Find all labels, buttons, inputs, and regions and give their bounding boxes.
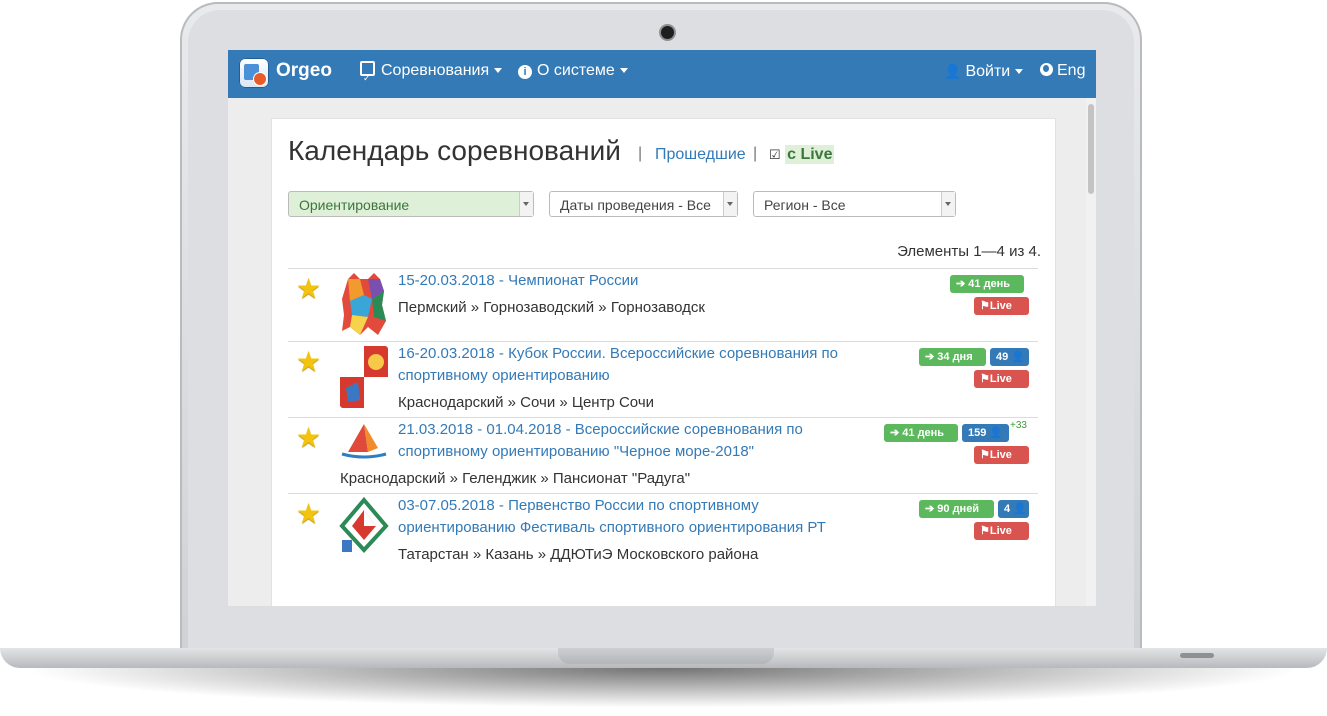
event-location: Пермский » Горнозаводский » Горнозаводск bbox=[398, 299, 705, 316]
competitions-menu[interactable]: Соревнования bbox=[360, 50, 503, 99]
sport-select-value: Ориентирование bbox=[299, 197, 410, 213]
event-logo-sail-icon bbox=[341, 424, 387, 459]
participants-badge[interactable]: 49 👤 bbox=[990, 348, 1029, 366]
event-title-link[interactable]: 21.03.2018 - 01.04.2018 - Всероссийские … bbox=[398, 419, 868, 463]
event-title-link[interactable]: 03-07.05.2018 - Первенство России по спо… bbox=[398, 495, 868, 539]
chevron-down-icon bbox=[941, 192, 955, 216]
participants-delta: +33 bbox=[1010, 420, 1027, 431]
past-events-link[interactable]: Прошедшие bbox=[655, 146, 746, 164]
list-item: ★ 16-20.03.2018 - Кубок России. Всеросси… bbox=[288, 341, 1038, 417]
language-label: Eng bbox=[1057, 62, 1086, 79]
separator: | bbox=[753, 145, 758, 162]
camera-icon bbox=[661, 26, 674, 39]
laptop-notch bbox=[558, 648, 774, 664]
chevron-down-icon bbox=[519, 192, 533, 216]
sport-select[interactable]: Ориентирование bbox=[288, 191, 534, 217]
about-label: О системе bbox=[537, 62, 615, 79]
chevron-down-icon bbox=[723, 192, 737, 216]
info-icon: i bbox=[518, 65, 532, 79]
laptop-shadow bbox=[20, 668, 1307, 708]
scrollbar[interactable] bbox=[1086, 98, 1096, 606]
login-label: Войти bbox=[965, 63, 1011, 80]
separator: | bbox=[638, 145, 643, 162]
live-badge[interactable]: ⚑Live bbox=[974, 297, 1029, 315]
globe-icon bbox=[1040, 63, 1053, 76]
event-logo-sochi-icon bbox=[340, 346, 388, 408]
about-menu[interactable]: i О системе bbox=[518, 50, 628, 98]
entry-deadline-badge: ➔ 41 день bbox=[884, 424, 958, 442]
results-summary: Элементы 1—4 из 4. bbox=[897, 243, 1041, 260]
language-switch[interactable]: Eng bbox=[1040, 50, 1085, 98]
login-menu[interactable]: 👤 Войти bbox=[944, 50, 1024, 98]
live-badge[interactable]: ⚑Live bbox=[974, 446, 1029, 464]
event-location: Краснодарский » Сочи » Центр Сочи bbox=[398, 394, 655, 411]
brand-link[interactable]: Orgeo bbox=[276, 50, 332, 98]
event-location: Татарстан » Казань » ДДЮТиЭ Московского … bbox=[398, 546, 759, 563]
list-item: ★ 03-07.05.2018 - Первенство России по с… bbox=[288, 493, 1038, 574]
navbar: Orgeo Соревнования i О системе 👤Войти Eng bbox=[228, 50, 1096, 99]
live-badge[interactable]: ⚑Live bbox=[974, 370, 1029, 388]
dates-select[interactable]: Даты проведения - Все bbox=[549, 191, 738, 217]
event-title-link[interactable]: 15-20.03.2018 - Чемпионат России bbox=[398, 270, 868, 292]
orgeo-logo-icon[interactable] bbox=[239, 58, 269, 88]
star-icon[interactable]: ★ bbox=[296, 500, 321, 528]
participants-badge[interactable]: 4 👤 bbox=[998, 500, 1029, 518]
participants-badge[interactable]: 159 👤 bbox=[962, 424, 1009, 442]
entry-deadline-badge: ➔ 34 дня bbox=[919, 348, 986, 366]
page-title: Календарь соревнований bbox=[288, 135, 621, 166]
event-location: Краснодарский » Геленджик » Пансионат "Р… bbox=[340, 470, 691, 487]
user-icon: 👤 bbox=[944, 63, 962, 79]
live-checkbox[interactable]: ☑ bbox=[769, 147, 781, 162]
dates-select-value: Даты проведения - Все bbox=[560, 197, 711, 213]
entry-deadline-badge: ➔ 41 день bbox=[950, 275, 1024, 293]
scrollbar-thumb[interactable] bbox=[1088, 104, 1094, 194]
calendar-panel: Календарь соревнований | Прошедшие | ☑ c… bbox=[271, 118, 1056, 606]
region-select[interactable]: Регион - Все bbox=[753, 191, 956, 217]
live-badge[interactable]: ⚑Live bbox=[974, 522, 1029, 540]
star-icon[interactable]: ★ bbox=[296, 348, 321, 376]
list-item: ★ 15-20.03.2018 - Чемпионат России Пермс… bbox=[288, 268, 1038, 341]
live-filter-label: c Live bbox=[785, 145, 835, 164]
entry-deadline-badge: ➔ 90 дней bbox=[919, 500, 994, 518]
chevron-down-icon bbox=[1015, 69, 1024, 75]
laptop-indicator bbox=[1180, 653, 1214, 658]
chevron-down-icon bbox=[619, 68, 628, 74]
calendar-icon bbox=[360, 57, 375, 99]
competitions-label: Соревнования bbox=[381, 62, 490, 79]
chevron-down-icon bbox=[494, 68, 503, 74]
event-title-link[interactable]: 16-20.03.2018 - Кубок России. Всероссийс… bbox=[398, 343, 868, 387]
star-icon[interactable]: ★ bbox=[296, 275, 321, 303]
region-select-value: Регион - Все bbox=[764, 197, 846, 213]
star-icon[interactable]: ★ bbox=[296, 424, 321, 452]
browser-screen: Orgeo Соревнования i О системе 👤Войти Eng… bbox=[228, 50, 1096, 606]
list-item: ★ 21.03.2018 - 01.04.2018 - Всероссийски… bbox=[288, 417, 1038, 493]
live-filter[interactable]: ☑ c Live bbox=[769, 145, 835, 164]
event-logo-bear-icon bbox=[342, 273, 386, 335]
event-logo-orienteering-icon bbox=[339, 496, 389, 553]
